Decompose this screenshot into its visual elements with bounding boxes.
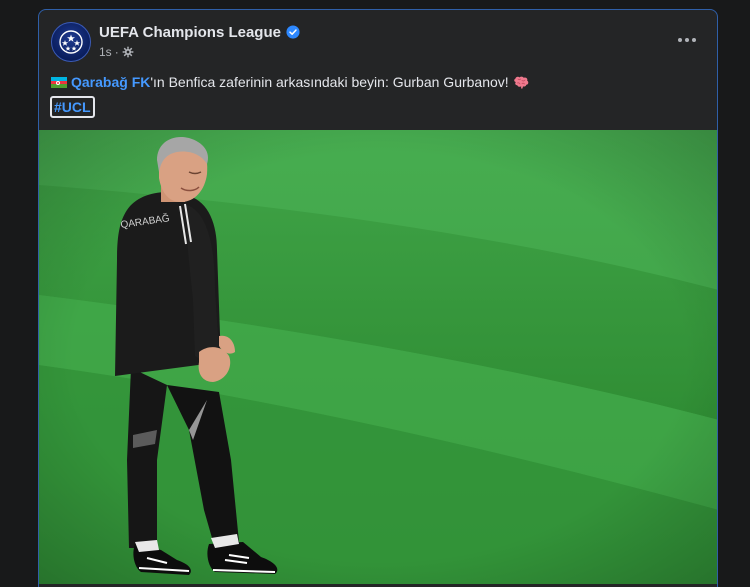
gear-icon[interactable] (122, 46, 134, 58)
hashtag-link[interactable]: #UCL (50, 96, 95, 118)
post-text-body: 'ın Benfica zaferinin arkasındaki beyin:… (150, 74, 509, 90)
post-timestamp[interactable]: 1s (99, 45, 112, 59)
more-options-dot (692, 38, 696, 42)
page-name-link[interactable]: UEFA Champions League (99, 24, 300, 41)
post-text: Qarabağ FK'ın Benfica zaferinin arkasınd… (51, 73, 529, 91)
page-name-text: UEFA Champions League (99, 24, 281, 41)
meta-separator: · (114, 45, 119, 59)
page-avatar[interactable] (51, 22, 91, 62)
more-options-dot (685, 38, 689, 42)
post-card: UEFA Champions League 1s · Qarabağ FK'ın… (38, 9, 718, 587)
azerbaijan-flag-icon (51, 77, 67, 88)
mention-link[interactable]: Qarabağ FK (71, 74, 150, 90)
post-header: UEFA Champions League 1s · (39, 10, 717, 70)
post-photo-image: QARABAĞ (39, 130, 717, 584)
ucl-starball-icon (59, 30, 83, 54)
more-options-icon (678, 38, 682, 42)
verified-badge-icon (286, 25, 300, 39)
post-photo[interactable]: QARABAĞ (39, 130, 717, 584)
post-meta: 1s · (99, 45, 134, 59)
more-options-button[interactable] (669, 28, 705, 52)
feed-page: UEFA Champions League 1s · Qarabağ FK'ın… (0, 0, 750, 587)
brain-emoji-icon (513, 76, 528, 89)
